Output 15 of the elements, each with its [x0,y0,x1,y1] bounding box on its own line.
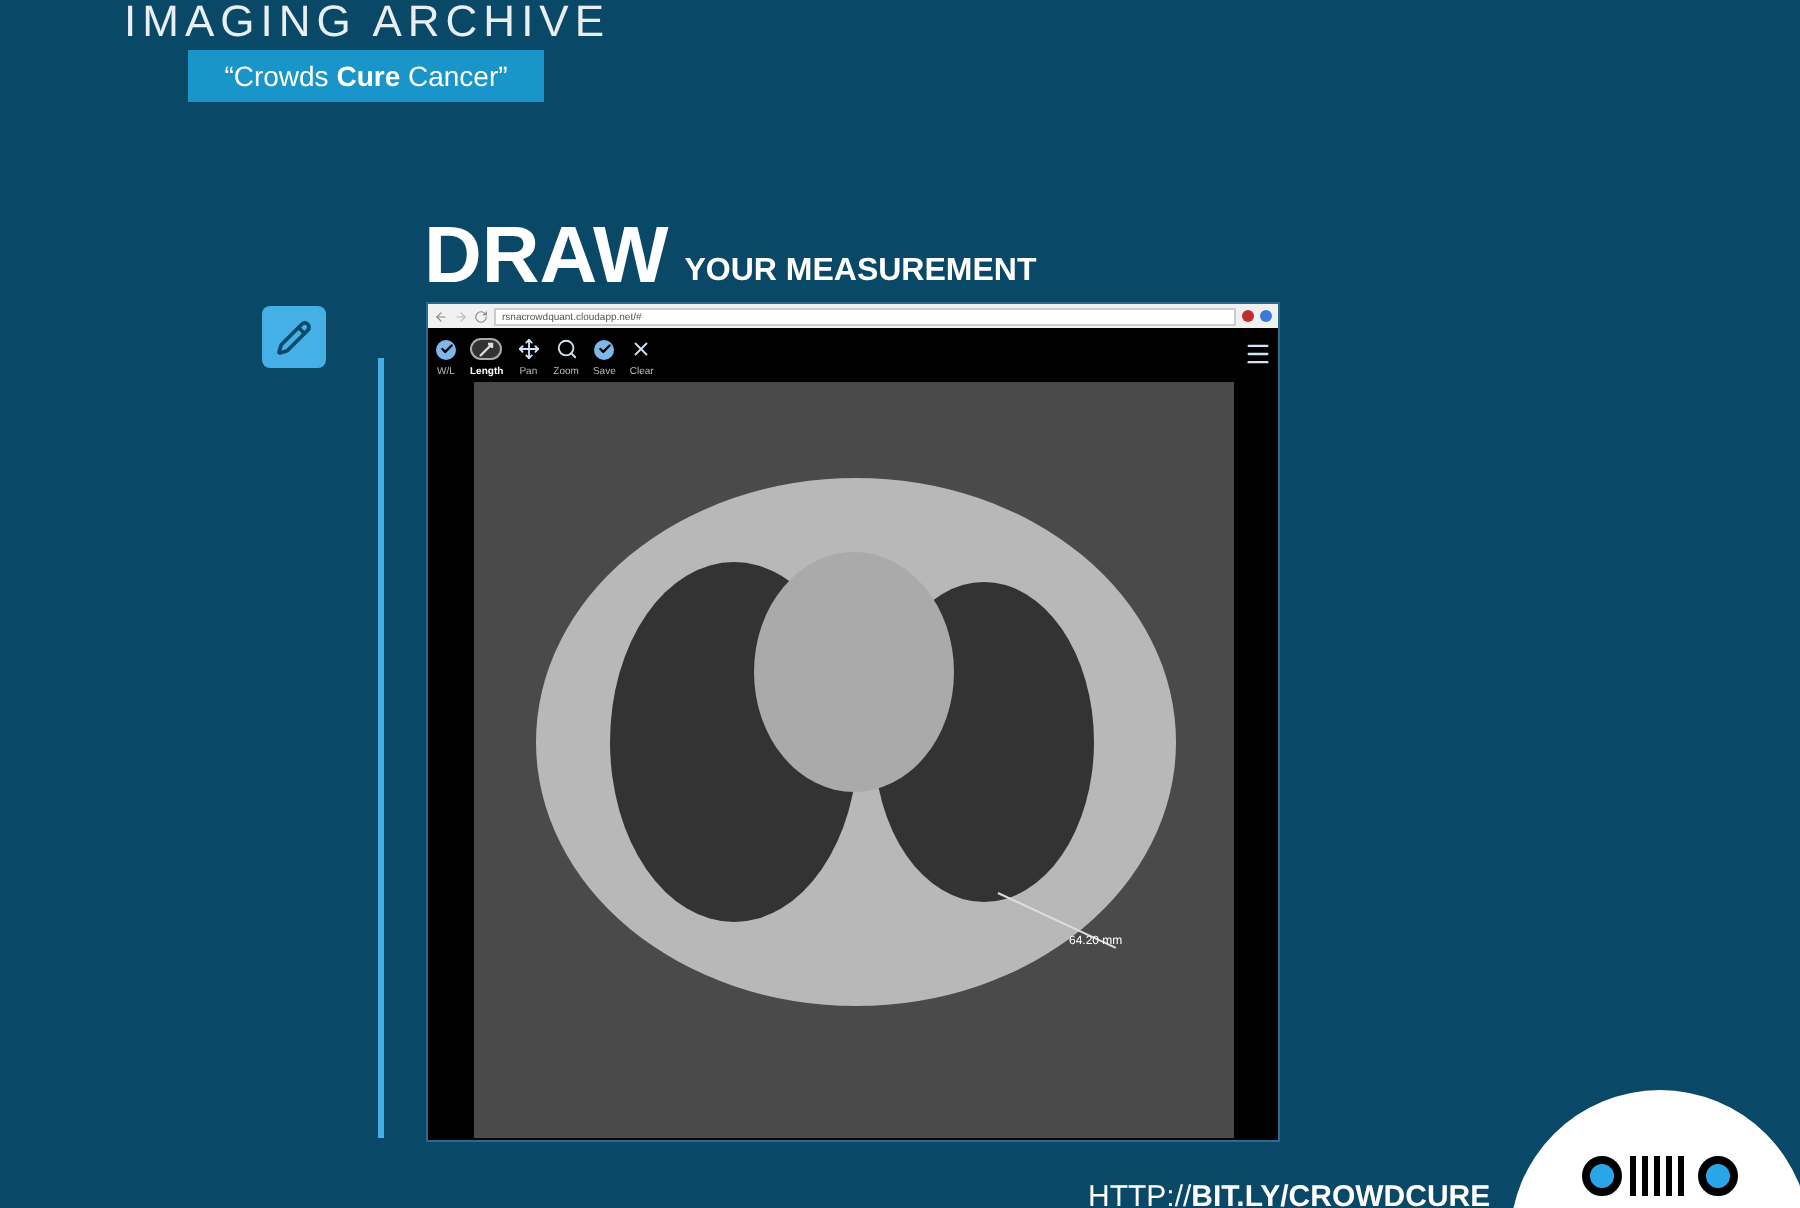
headline-subtitle: YOUR MEASUREMENT [684,252,1037,292]
archive-title: IMAGING ARCHIVE [124,0,611,44]
pencil-icon [276,319,312,355]
reload-icon[interactable] [474,309,488,323]
qr-code-icon [1582,1156,1738,1196]
close-icon [630,338,653,360]
slogan-text: “Crowds Cure Cancer” [224,57,508,95]
search-icon [555,338,578,360]
short-link[interactable]: HTTP://BIT.LY/CROWDCURE [1088,1176,1491,1208]
check-icon [594,339,615,359]
check-icon [436,339,456,359]
menu-icon[interactable] [1244,340,1272,368]
move-icon [517,338,540,360]
back-icon[interactable] [434,309,448,323]
headline-draw: DRAW [424,216,669,296]
